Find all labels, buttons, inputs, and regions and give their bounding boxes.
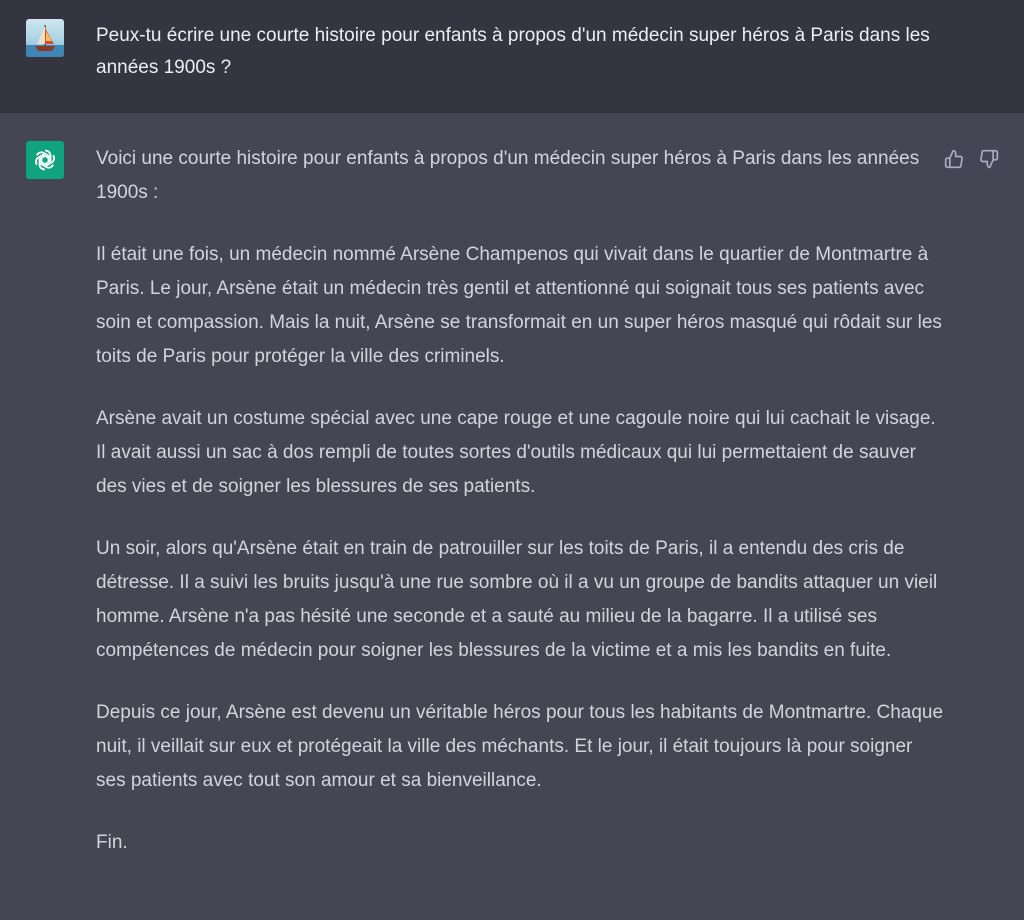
dislike-button[interactable] <box>977 147 1001 171</box>
assistant-avatar <box>26 141 64 179</box>
assistant-paragraph: Il était une fois, un médecin nommé Arsè… <box>96 244 942 367</box>
user-avatar <box>26 19 64 57</box>
like-button[interactable] <box>942 147 966 171</box>
thumbs-up-icon <box>944 149 963 169</box>
assistant-paragraph: Fin. <box>96 832 128 853</box>
thumbs-down-icon <box>980 149 999 169</box>
assistant-paragraph: Arsène avait un costume spécial avec une… <box>96 408 936 497</box>
assistant-message-row: Voici une courte histoire pour enfants à… <box>0 113 1024 920</box>
assistant-paragraph: Depuis ce jour, Arsène est devenu un vér… <box>96 702 944 791</box>
assistant-paragraph: Un soir, alors qu'Arsène était en train … <box>96 538 938 661</box>
assistant-paragraph: Voici une courte histoire pour enfants à… <box>96 148 920 203</box>
openai-logo-icon <box>35 149 55 171</box>
user-message-row: Peux-tu écrire une courte histoire pour … <box>0 0 1024 113</box>
sailboat-avatar-icon <box>26 25 64 57</box>
assistant-message-text: Voici une courte histoire pour enfants à… <box>96 142 946 888</box>
user-message-text: Peux-tu écrire une courte histoire pour … <box>96 25 930 78</box>
